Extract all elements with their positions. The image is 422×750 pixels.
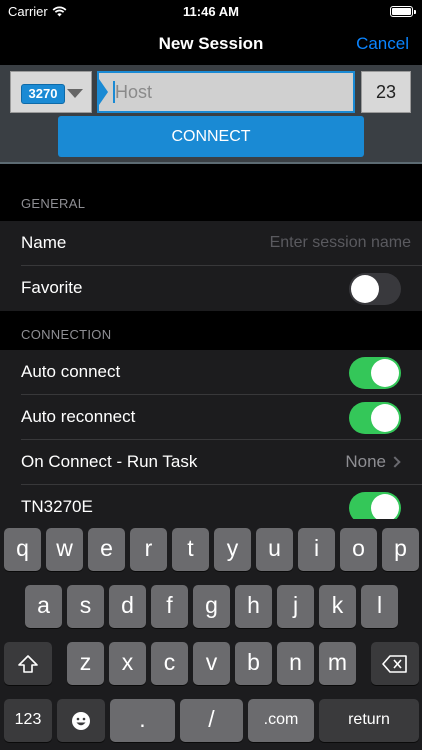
connect-button[interactable]: CONNECT [58, 116, 364, 157]
key-f[interactable]: f [151, 585, 188, 628]
shift-key[interactable] [4, 642, 52, 685]
host-input[interactable] [115, 73, 351, 111]
numbers-key[interactable]: 123 [4, 699, 52, 742]
auto-connect-label: Auto connect [21, 362, 121, 381]
host-field[interactable] [97, 71, 355, 113]
key-e[interactable]: e [88, 528, 125, 571]
auto-reconnect-row: Auto reconnect [0, 395, 422, 440]
status-time: 11:46 AM [183, 4, 239, 19]
chevron-right-icon [389, 456, 401, 468]
key-b[interactable]: b [235, 642, 272, 685]
key-q[interactable]: q [4, 528, 41, 571]
field-indicator-icon [99, 79, 108, 105]
terminal-type-dropdown[interactable]: 3270 [10, 71, 92, 113]
key-n[interactable]: n [277, 642, 314, 685]
auto-reconnect-toggle[interactable] [349, 402, 401, 434]
key-v[interactable]: v [193, 642, 230, 685]
dropdown-arrow-icon [67, 89, 83, 98]
key-y[interactable]: y [214, 528, 251, 571]
key-m[interactable]: m [319, 642, 356, 685]
name-row[interactable]: Name Enter session name [0, 221, 422, 266]
tn3270e-label: TN3270E [21, 497, 93, 516]
section-title: CONNECTION [21, 327, 112, 342]
section-header-connection: CONNECTION [0, 311, 422, 350]
key-g[interactable]: g [193, 585, 230, 628]
return-key[interactable]: return [319, 699, 419, 742]
favorite-label: Favorite [21, 278, 83, 297]
key-r[interactable]: r [130, 528, 167, 571]
emoji-key[interactable] [57, 699, 105, 742]
run-task-value: None [345, 452, 386, 471]
key-i[interactable]: i [298, 528, 335, 571]
navigation-bar: New Session Cancel [0, 24, 422, 65]
key-j[interactable]: j [277, 585, 314, 628]
slash-key[interactable]: / [180, 699, 243, 742]
key-o[interactable]: o [340, 528, 377, 571]
connection-header: 3270 23 CONNECT [0, 65, 422, 164]
key-l[interactable]: l [361, 585, 398, 628]
key-c[interactable]: c [151, 642, 188, 685]
key-z[interactable]: z [67, 642, 104, 685]
dotcom-key[interactable]: .com [248, 699, 314, 742]
port-field[interactable]: 23 [361, 71, 411, 113]
name-label: Name [21, 233, 67, 252]
auto-connect-row: Auto connect [0, 350, 422, 395]
key-s[interactable]: s [67, 585, 104, 628]
delete-icon [382, 655, 407, 673]
status-bar: Carrier 11:46 AM [0, 0, 422, 24]
key-u[interactable]: u [256, 528, 293, 571]
key-t[interactable]: t [172, 528, 209, 571]
shift-icon [18, 655, 38, 673]
auto-reconnect-label: Auto reconnect [21, 407, 136, 426]
key-d[interactable]: d [109, 585, 146, 628]
key-a[interactable]: a [25, 585, 62, 628]
section-title: GENERAL [21, 196, 86, 211]
run-task-row[interactable]: On Connect - Run Task None [0, 440, 422, 485]
favorite-row: Favorite [0, 266, 422, 311]
key-p[interactable]: p [382, 528, 419, 571]
keyboard: q w e r t y u i o p a s d f g h j k l z … [0, 519, 422, 750]
delete-key[interactable] [371, 642, 419, 685]
key-k[interactable]: k [319, 585, 356, 628]
name-field[interactable]: Enter session name [270, 234, 411, 252]
section-header-general: GENERAL [0, 180, 422, 219]
emoji-icon [72, 711, 90, 730]
cancel-button[interactable]: Cancel [356, 34, 409, 54]
run-task-label: On Connect - Run Task [21, 452, 198, 471]
terminal-type-badge: 3270 [21, 84, 65, 104]
battery-icon [390, 6, 416, 17]
key-w[interactable]: w [46, 528, 83, 571]
auto-connect-toggle[interactable] [349, 357, 401, 389]
key-h[interactable]: h [235, 585, 272, 628]
favorite-toggle[interactable] [349, 273, 401, 305]
key-x[interactable]: x [109, 642, 146, 685]
period-key[interactable]: . [110, 699, 175, 742]
